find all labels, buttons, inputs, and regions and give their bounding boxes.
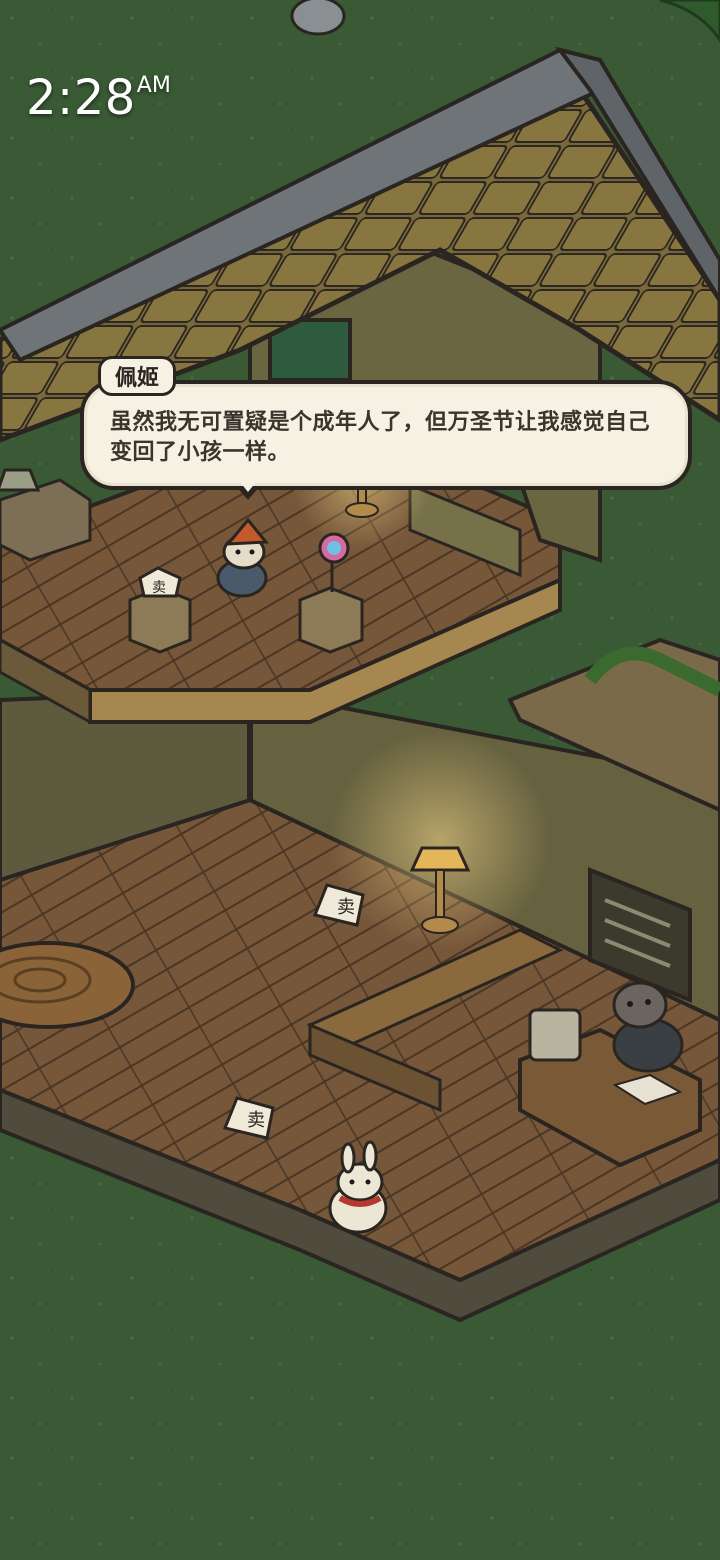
dialog-text: 虽然我无可置疑是个成年人了，但万圣节让我感觉自己变回了小孩一样。 [110, 410, 651, 465]
speaker-name-tag: 佩姬 [98, 356, 177, 396]
desk-lamp [0, 468, 41, 492]
rock [290, 0, 346, 36]
dialog-pointer [236, 482, 260, 500]
svg-text:卖: 卖 [152, 580, 166, 596]
status-clock: 2:28AM [26, 74, 171, 122]
shop-scene[interactable]: 卖 卖 卖 [0, 0, 720, 1560]
dialog-box[interactable]: 虽然我无可置疑是个成年人了，但万圣节让我感觉自己变回了小孩一样。 [80, 380, 692, 490]
svg-text:卖: 卖 [337, 897, 355, 918]
clock-ampm: AM [136, 73, 171, 98]
floor-lamp-lower [409, 846, 471, 872]
svg-text:卖: 卖 [247, 1110, 265, 1131]
game-screen[interactable]: 卖 卖 卖 2:28AM 虽然我无可置疑是个成年人了，但万圣节让我感觉自己变回了… [0, 0, 720, 1560]
cash-register [528, 1008, 582, 1062]
clock-time: 2:28 [26, 70, 136, 126]
